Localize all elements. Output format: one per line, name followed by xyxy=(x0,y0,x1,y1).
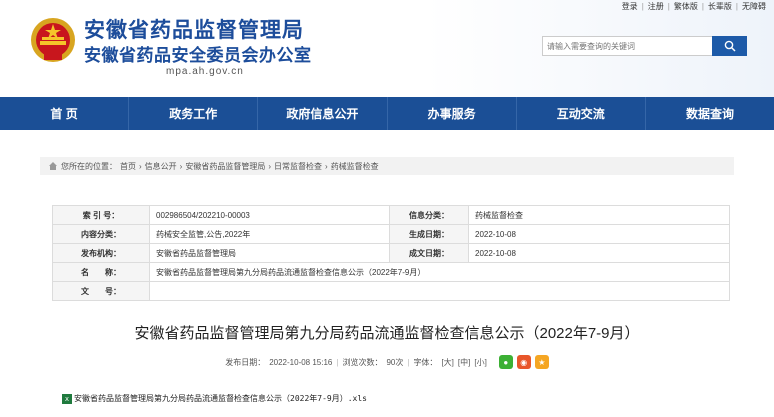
name-value: 安徽省药品监督管理局第九分局药品流通监督检查信息公示（2022年7-9月） xyxy=(149,262,730,282)
nav-item-services[interactable]: 办事服务 xyxy=(388,97,517,130)
table-row: 名 称： 安徽省药品监督管理局第九分局药品流通监督检查信息公示（2022年7-9… xyxy=(52,262,730,282)
site-header: 安徽省药品监督管理局 安徽省药品安全委员会办公室 mpa.ah.gov.cn xyxy=(0,0,774,97)
index-label: 索 引 号： xyxy=(52,205,150,225)
publisher-value: 安徽省药品监督管理局 xyxy=(149,243,390,263)
attachment-filename: 安徽省药品监督管理局第九分局药品流通监督检查信息公示（2022年7-9月）.xl… xyxy=(74,394,367,403)
font-size-label: 字体： xyxy=(413,357,438,367)
breadcrumb-daily-inspection[interactable]: 日常监督检查 xyxy=(274,161,322,172)
docno-label: 文 号： xyxy=(52,281,150,301)
name-label: 名 称： xyxy=(52,262,150,282)
register-link[interactable]: 注册 xyxy=(648,1,664,12)
font-medium-button[interactable]: [中] xyxy=(458,357,470,368)
search-button[interactable] xyxy=(712,36,747,56)
site-name-secondary: 安徽省药品安全委员会办公室 xyxy=(84,46,312,65)
home-icon xyxy=(49,162,57,170)
done-date-value: 2022-10-08 xyxy=(468,243,730,263)
search-icon xyxy=(724,40,736,52)
table-row: 内容分类： 药械安全监管,公告,2022年 生成日期： 2022-10-08 xyxy=(52,224,730,244)
document-info-bar: 发布日期： 2022-10-08 15:16 | 浏览次数： 90次 | 字体：… xyxy=(0,355,774,369)
docno-value xyxy=(149,281,730,301)
attachment-link[interactable]: x 安徽省药品监督管理局第九分局药品流通监督检查信息公示（2022年7-9月）.… xyxy=(62,393,367,404)
document-title: 安徽省药品监督管理局第九分局药品流通监督检查信息公示（2022年7-9月） xyxy=(134,325,640,342)
topic-label: 内容分类： xyxy=(52,224,150,244)
traditional-link[interactable]: 繁体版 xyxy=(674,1,698,12)
qzone-share-icon[interactable]: ★ xyxy=(534,355,549,369)
topic-value: 药械安全监管,公告,2022年 xyxy=(149,224,390,244)
main-nav: 首 页 政务工作 政府信息公开 办事服务 互动交流 数据查询 xyxy=(0,97,774,130)
views-label: 浏览次数： xyxy=(342,357,383,367)
search-input[interactable] xyxy=(542,36,712,56)
nav-item-government-work[interactable]: 政务工作 xyxy=(129,97,259,130)
excel-file-icon: x xyxy=(62,393,72,404)
nav-item-data-query[interactable]: 数据查询 xyxy=(646,97,774,130)
table-row: 发布机构： 安徽省药品监督管理局 成文日期： 2022-10-08 xyxy=(52,243,730,263)
gen-date-value: 2022-10-08 xyxy=(468,224,730,244)
nav-item-home[interactable]: 首 页 xyxy=(0,97,130,130)
breadcrumb-agency[interactable]: 安徽省药品监督管理局 xyxy=(185,161,265,172)
breadcrumb-drug-device-inspection[interactable]: 药械监督检查 xyxy=(331,161,379,172)
published-label: 发布日期： xyxy=(225,357,266,367)
breadcrumb-info-disclosure[interactable]: 信息公开 xyxy=(145,161,177,172)
site-name-primary: 安徽省药品监督管理局 xyxy=(84,19,304,42)
accessibility-link[interactable]: 无障碍 xyxy=(742,1,766,12)
login-link[interactable]: 登录 xyxy=(622,1,638,12)
font-small-button[interactable]: [小] xyxy=(474,357,486,368)
breadcrumb-prefix: 您所在的位置： xyxy=(61,161,117,171)
published-value: 2022-10-08 15:16 xyxy=(269,357,333,367)
nav-item-info-disclosure[interactable]: 政府信息公开 xyxy=(258,97,388,130)
search-box xyxy=(542,36,747,56)
site-domain: mpa.ah.gov.cn xyxy=(166,66,244,77)
publisher-label: 发布机构： xyxy=(52,243,150,263)
national-emblem-icon[interactable] xyxy=(28,14,78,68)
index-value: 002986504/202210-00003 xyxy=(149,205,390,225)
table-row: 索 引 号： 002986504/202210-00003 信息分类： 药械监督… xyxy=(52,205,730,225)
breadcrumb-home[interactable]: 首页 xyxy=(120,161,136,172)
table-row: 文 号： xyxy=(52,281,730,301)
top-links: 登录 | 注册 | 繁体版 | 长辈版 | 无障碍 xyxy=(621,1,766,12)
views-value: 90次 xyxy=(386,357,404,367)
breadcrumb: 您所在的位置： 首页 › 信息公开 › 安徽省药品监督管理局 › 日常监督检查 › 药械… xyxy=(40,157,734,175)
done-date-label: 成文日期： xyxy=(389,243,469,263)
document-meta-table: 索 引 号： 002986504/202210-00003 信息分类： 药械监督… xyxy=(52,205,730,301)
category-value: 药械监督检查 xyxy=(468,205,730,225)
nav-item-interaction[interactable]: 互动交流 xyxy=(517,97,646,130)
wechat-share-icon[interactable]: ● xyxy=(498,355,513,369)
elder-version-link[interactable]: 长辈版 xyxy=(708,1,732,12)
font-large-button[interactable]: [大] xyxy=(441,357,453,368)
weibo-share-icon[interactable]: ◉ xyxy=(516,355,531,369)
gen-date-label: 生成日期： xyxy=(389,224,469,244)
category-label: 信息分类： xyxy=(389,205,469,225)
